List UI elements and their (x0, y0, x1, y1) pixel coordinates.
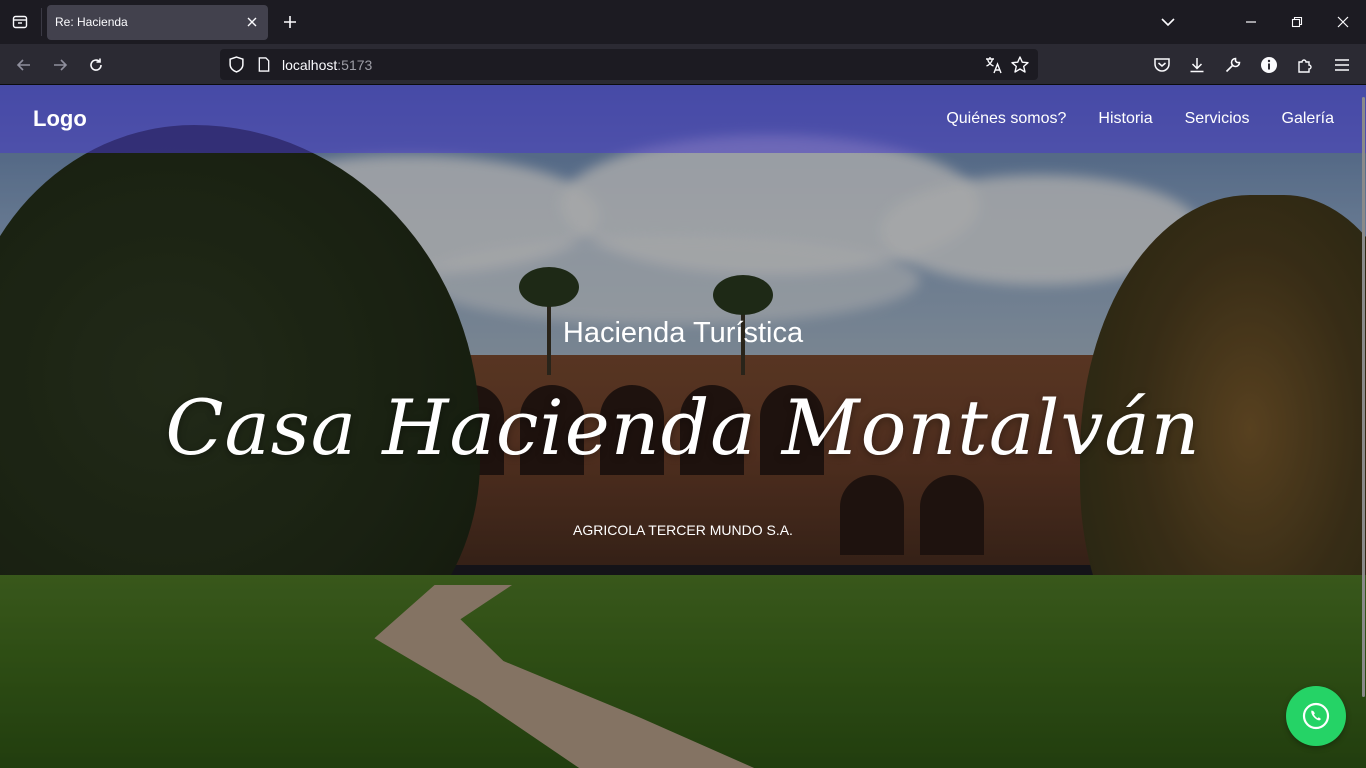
page-icon[interactable] (257, 57, 271, 72)
tab-separator (41, 8, 42, 36)
list-all-tabs-chevron-icon[interactable] (1158, 12, 1178, 32)
nav-link-galeria[interactable]: Galería (1282, 110, 1334, 128)
page-viewport: Logo Quiénes somos? Historia Servicios G… (0, 85, 1366, 768)
hero-title: Casa Hacienda Montalván (165, 383, 1201, 472)
page-scrollbar[interactable] (1362, 85, 1366, 768)
hero-company-name: AGRICOLA TERCER MUNDO S.A. (573, 522, 793, 538)
url-port: :5173 (337, 57, 373, 73)
bookmark-star-icon[interactable] (1010, 55, 1030, 75)
forward-arrow-icon[interactable] (49, 54, 71, 76)
back-arrow-icon[interactable] (13, 54, 35, 76)
nav-link-historia[interactable]: Historia (1098, 110, 1152, 128)
site-nav: Quiénes somos? Historia Servicios Galerí… (946, 110, 1334, 128)
site-logo[interactable]: Logo (33, 106, 87, 132)
nav-link-quienes-somos[interactable]: Quiénes somos? (946, 110, 1066, 128)
extensions-puzzle-icon[interactable] (1294, 54, 1316, 76)
url-text[interactable]: localhost:5173 (282, 57, 372, 73)
hero-subtitle: Hacienda Turística (562, 317, 804, 349)
pocket-icon[interactable] (1151, 54, 1173, 76)
url-host: localhost (282, 57, 338, 73)
close-window-icon[interactable] (1320, 0, 1366, 44)
scroll-thumb[interactable] (1362, 97, 1365, 697)
address-bar[interactable]: localhost:5173 (220, 49, 1038, 80)
browser-nav-bar: localhost:5173 (0, 44, 1366, 85)
tab-title: Re: Hacienda (55, 15, 128, 29)
whatsapp-button[interactable] (1286, 686, 1346, 746)
browser-tab-active[interactable]: Re: Hacienda (47, 5, 268, 40)
site-header: Logo Quiénes somos? Historia Servicios G… (0, 85, 1366, 153)
wrench-icon[interactable] (1222, 54, 1244, 76)
downloads-icon[interactable] (1186, 54, 1208, 76)
firefox-view-icon[interactable] (10, 12, 30, 32)
browser-tab-bar: Re: Hacienda (0, 0, 1366, 44)
hamburger-menu-icon[interactable] (1331, 54, 1353, 76)
nav-link-servicios[interactable]: Servicios (1185, 110, 1250, 128)
new-tab-plus-icon[interactable] (280, 12, 300, 32)
whatsapp-phone-icon (1302, 702, 1330, 730)
reload-icon[interactable] (85, 54, 107, 76)
restore-icon[interactable] (1274, 0, 1320, 44)
tracking-shield-icon[interactable] (228, 56, 245, 73)
translate-icon[interactable] (984, 55, 1004, 75)
tab-close-icon[interactable] (244, 14, 260, 30)
info-extension-icon[interactable] (1258, 54, 1280, 76)
minimize-icon[interactable] (1228, 0, 1274, 44)
